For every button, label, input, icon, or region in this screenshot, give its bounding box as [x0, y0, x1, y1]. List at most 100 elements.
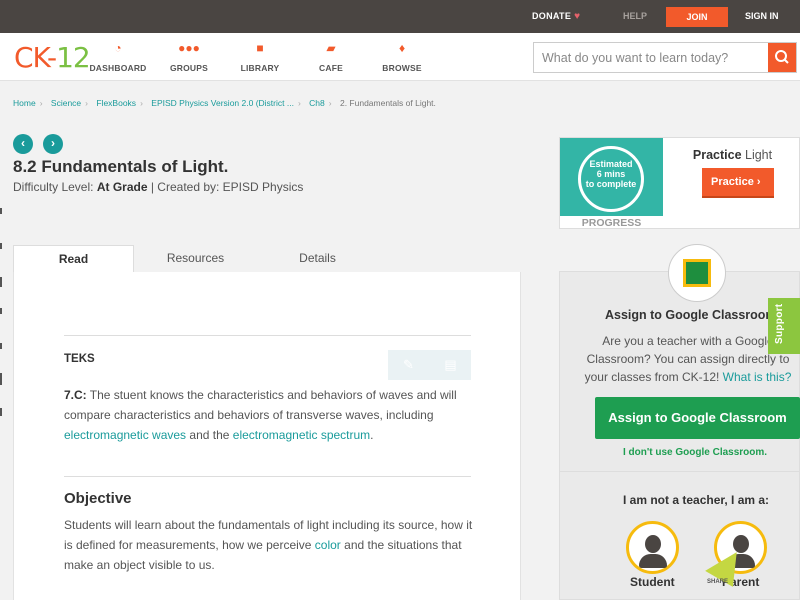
classroom-title: Assign to Google Classroom [605, 308, 777, 322]
nav-cafe-label: CAFE [319, 63, 343, 73]
notes-icon[interactable]: ▤ [430, 350, 471, 380]
divider [64, 476, 471, 477]
search-button[interactable] [768, 43, 796, 72]
objective-paragraph: Students will learn about the fundamenta… [64, 515, 474, 575]
search-input[interactable] [534, 43, 769, 72]
edge-mark [0, 308, 2, 314]
divider [560, 471, 800, 472]
previous-arrow-button[interactable]: ‹ [13, 134, 33, 154]
breadcrumb: Home › Science › FlexBooks › EPISD Physics … [13, 98, 440, 108]
breadcrumb-chapter[interactable]: Ch8 [309, 98, 325, 108]
edge-mark [0, 343, 2, 349]
no-classroom-link[interactable]: I don't use Google Classroom. [623, 447, 767, 458]
nav-dashboard[interactable]: ◔ DASHBOARD [78, 41, 158, 73]
nav-library[interactable]: ■ LIBRARY [220, 41, 300, 73]
support-tab[interactable]: Support [768, 298, 800, 354]
classroom-board [683, 259, 711, 287]
what-is-this-link[interactable]: What is this? [723, 370, 792, 384]
breadcrumb-flexbooks[interactable]: FlexBooks [96, 98, 136, 108]
nav-cafe[interactable]: ▰ CAFE [291, 41, 371, 73]
student-avatar-button[interactable] [626, 521, 679, 574]
classroom-text: Are you a teacher with a Google Classroo… [575, 332, 800, 386]
top-bar: DONATE ♥ HELP JOIN SIGN IN [0, 0, 800, 33]
edge-mark [0, 408, 2, 416]
edge-mark [0, 208, 2, 214]
groups-icon: ●●● [178, 41, 200, 55]
nav-dashboard-label: DASHBOARD [89, 63, 147, 73]
student-icon [645, 535, 661, 553]
share-widget[interactable]: SHARE [705, 543, 749, 589]
share-label: SHARE [707, 579, 729, 585]
google-classroom-icon [668, 244, 726, 302]
teks-and: and the [186, 428, 233, 442]
estimate-line3: to complete [585, 179, 637, 189]
library-icon: ■ [256, 41, 264, 55]
dashboard-icon: ◔ [114, 41, 122, 55]
assign-google-classroom-button[interactable]: Assign to Google Classroom [595, 397, 800, 439]
search-icon [775, 50, 789, 64]
chevron-left-icon: ‹ [21, 136, 25, 150]
teks-text: The stuent knows the characteristics and… [64, 388, 457, 422]
breadcrumb-book[interactable]: EPISD Physics Version 2.0 (District ... [151, 98, 294, 108]
practice-image: Estimated 6 mins to complete [560, 138, 663, 216]
breadcrumb-separator: › [297, 98, 301, 108]
edge-mark [0, 373, 2, 385]
practice-button[interactable]: Practice › [702, 168, 774, 198]
join-button[interactable]: JOIN [666, 7, 728, 27]
practice-title-bold: Practice [692, 148, 742, 162]
logo-ck: CK [14, 41, 48, 74]
breadcrumb-separator: › [85, 98, 88, 108]
breadcrumb-separator: › [39, 98, 43, 108]
tab-resources[interactable]: Resources [135, 245, 256, 273]
created-by: | Created by: EPISD Physics [150, 180, 304, 194]
logo-dash: - [46, 41, 57, 74]
tab-details[interactable]: Details [257, 245, 378, 273]
edge-mark [0, 243, 2, 249]
nav-groups-label: GROUPS [169, 63, 209, 73]
breadcrumb-separator: › [140, 98, 143, 108]
sign-in-link[interactable]: SIGN IN [745, 11, 779, 21]
practice-panel: Estimated 6 mins to complete PROGRESS Pr… [559, 137, 800, 229]
page-meta: Difficulty Level: At Grade | Created by:… [13, 180, 303, 194]
difficulty-label: Difficulty Level: [13, 180, 94, 194]
chevron-right-icon: › [51, 136, 55, 150]
nav-library-label: LIBRARY [240, 63, 280, 73]
teks-end: . [370, 428, 374, 442]
teks-heading: TEKS [64, 353, 95, 365]
chevron-right-icon: › [756, 176, 761, 188]
tab-read[interactable]: Read [13, 245, 134, 273]
main-nav: CK-12 ◔ DASHBOARD ●●● GROUPS ■ LIBRARY ▰… [0, 33, 800, 81]
electromagnetic-waves-link[interactable]: electromagnetic waves [64, 428, 186, 442]
breadcrumb-current: 2. Fundamentals of Light. [339, 98, 436, 108]
not-teacher-heading: I am not a teacher, I am a: [623, 493, 770, 507]
objective-heading: Objective [64, 490, 132, 507]
electromagnetic-spectrum-link[interactable]: electromagnetic spectrum [233, 428, 370, 442]
progress-label: PROGRESS [581, 217, 642, 229]
teks-code: 7.C: [64, 388, 87, 402]
edge-mark [0, 277, 2, 287]
cafe-icon: ▰ [326, 41, 336, 55]
nav-browse-label: BROWSE [382, 63, 422, 73]
breadcrumb-separator: › [328, 98, 332, 108]
pencil-icon[interactable]: ✎ [388, 350, 429, 380]
student-icon-body [639, 554, 667, 568]
nav-browse[interactable]: ♦ BROWSE [362, 41, 442, 73]
donate-link[interactable]: DONATE ♥ [532, 11, 580, 22]
estimate-line1: Estimated [589, 159, 633, 169]
page-title: 8.2 Fundamentals of Light. [13, 157, 229, 176]
divider [64, 335, 471, 336]
breadcrumb-home[interactable]: Home [13, 98, 36, 108]
next-arrow-button[interactable]: › [43, 134, 63, 154]
practice-title-rest: Light [741, 148, 773, 162]
annotation-toolbox: ✎ ▤ [388, 350, 471, 380]
breadcrumb-science[interactable]: Science [51, 98, 81, 108]
estimate-circle: Estimated 6 mins to complete [578, 146, 644, 212]
help-link[interactable]: HELP [623, 11, 647, 21]
practice-title: Practice Light [664, 148, 800, 162]
estimate-line2: 6 mins [596, 169, 626, 179]
google-classroom-panel: Assign to Google Classroom Are you a tea… [559, 244, 800, 600]
heart-icon: ♥ [574, 11, 581, 22]
nav-groups[interactable]: ●●● GROUPS [149, 41, 229, 73]
color-link[interactable]: color [315, 538, 341, 552]
student-label: Student [630, 575, 675, 589]
